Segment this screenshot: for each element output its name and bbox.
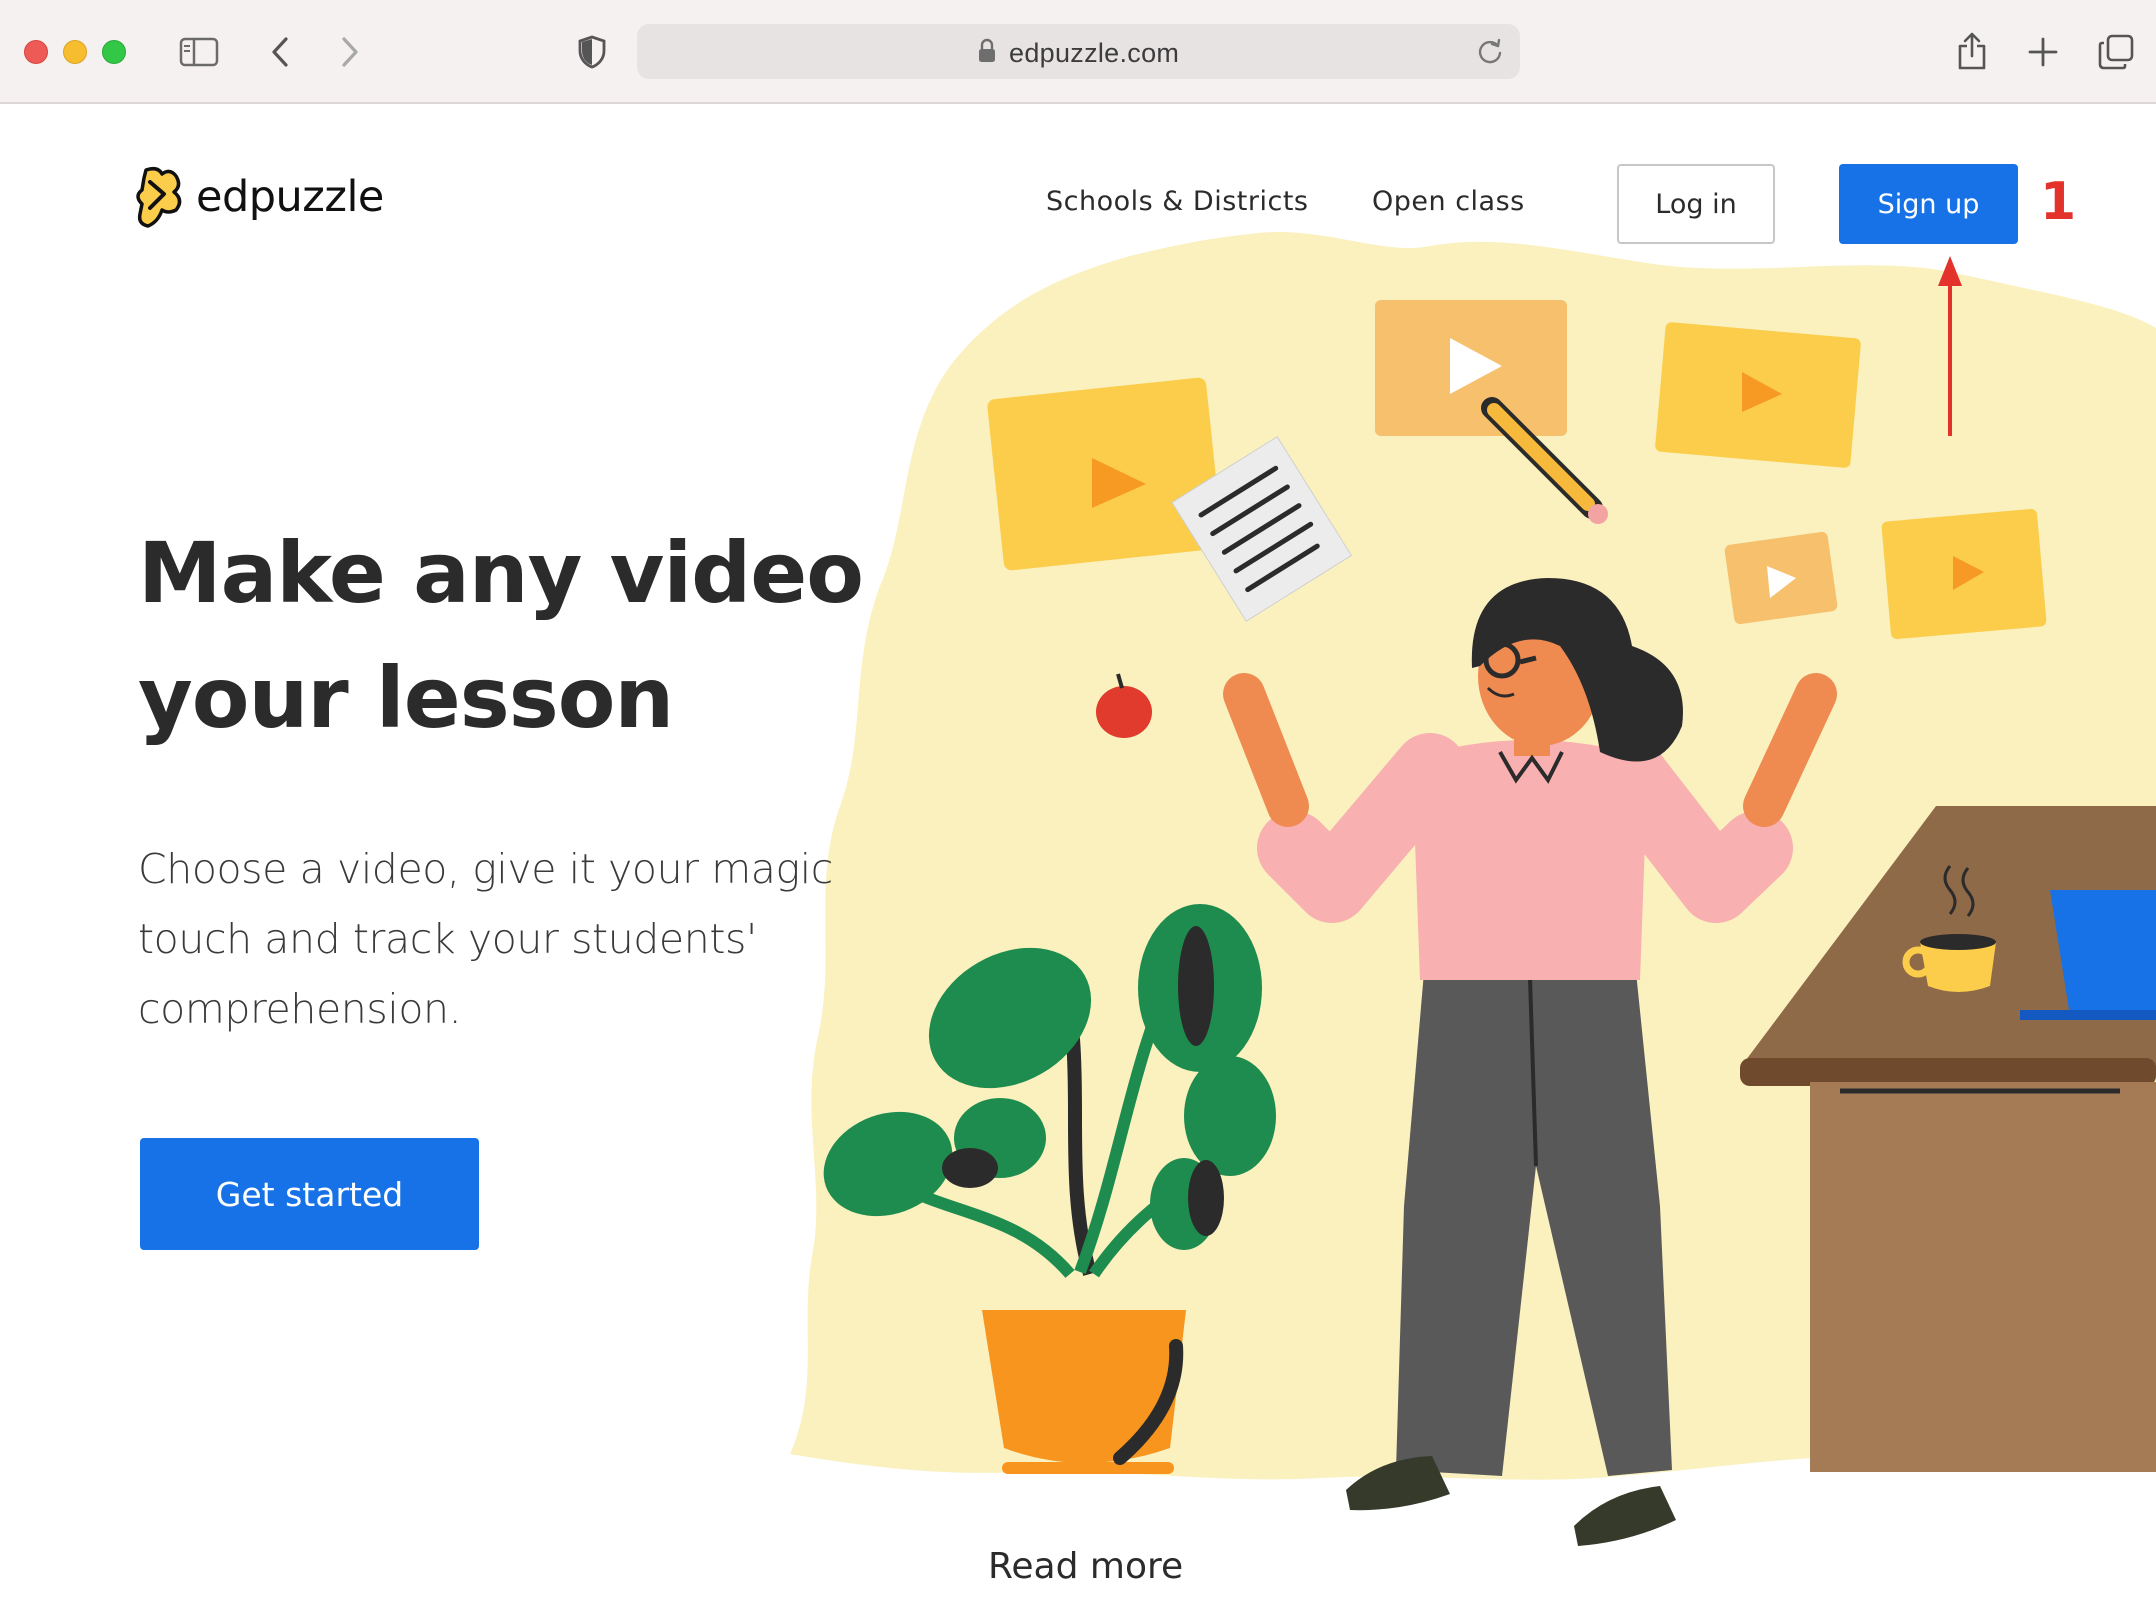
new-tab-icon[interactable] (2019, 28, 2067, 76)
pencil-icon (1481, 397, 1608, 524)
login-button[interactable]: Log in (1617, 164, 1775, 244)
web-page: edpuzzle Schools & Districts Open class … (0, 106, 2156, 1610)
edpuzzle-logo[interactable]: edpuzzle (136, 164, 384, 230)
video-card-icon (1655, 322, 1861, 468)
apple-icon (1096, 673, 1152, 738)
video-card-icon (987, 377, 1223, 571)
hero-subtitle-line: comprehension. (138, 985, 462, 1033)
video-card-icon (1881, 508, 2047, 640)
nav-open-class[interactable]: Open class (1372, 186, 1525, 217)
zoom-window-button[interactable] (102, 40, 126, 64)
plant-icon (823, 904, 1276, 1278)
hero-subtitle-line: Choose a video, give it your magic (138, 845, 833, 893)
video-card-icon (1724, 531, 1838, 625)
coffee-mug-icon (1902, 865, 1996, 992)
hero-subtitle-line: touch and track your students' (138, 915, 757, 963)
logo-text: edpuzzle (196, 172, 384, 222)
hero-title-line: Make any video (138, 524, 864, 622)
privacy-shield-icon[interactable] (568, 28, 616, 76)
hero-subtitle: Choose a video, give it your magic touch… (138, 834, 858, 1044)
read-more-link[interactable]: Read more (988, 1546, 1183, 1587)
puzzle-logo-icon (136, 166, 182, 228)
desk (1740, 806, 2156, 1472)
teacher-figure (1223, 578, 1837, 1546)
nav-schools-districts[interactable]: Schools & Districts (1046, 186, 1308, 217)
hero-title-line: your lesson (138, 649, 674, 747)
browser-toolbar: edpuzzle.com (0, 0, 2156, 104)
lock-icon (977, 38, 997, 68)
hero-title: Make any video your lesson (138, 511, 938, 761)
close-window-button[interactable] (24, 40, 48, 64)
video-card-icon (1375, 300, 1567, 436)
annotation-step-number: 1 (2040, 172, 2077, 232)
share-icon[interactable] (1948, 28, 1996, 76)
notes-icon (1171, 436, 1353, 622)
tabs-overview-icon[interactable] (2092, 28, 2140, 76)
annotation-arrow (1938, 256, 1962, 436)
minimize-window-button[interactable] (63, 40, 87, 64)
url-text: edpuzzle.com (1009, 38, 1180, 68)
reload-icon[interactable] (1476, 36, 1504, 70)
flower-pot (982, 1310, 1186, 1474)
address-bar[interactable]: edpuzzle.com (637, 24, 1520, 79)
sidebar-icon[interactable] (175, 28, 223, 76)
laptop-icon (2020, 890, 2156, 1020)
back-icon[interactable] (256, 28, 304, 76)
forward-icon[interactable] (326, 28, 374, 76)
get-started-button[interactable]: Get started (140, 1138, 479, 1250)
signup-button[interactable]: Sign up (1839, 164, 2018, 244)
background-blob (790, 232, 2156, 1480)
